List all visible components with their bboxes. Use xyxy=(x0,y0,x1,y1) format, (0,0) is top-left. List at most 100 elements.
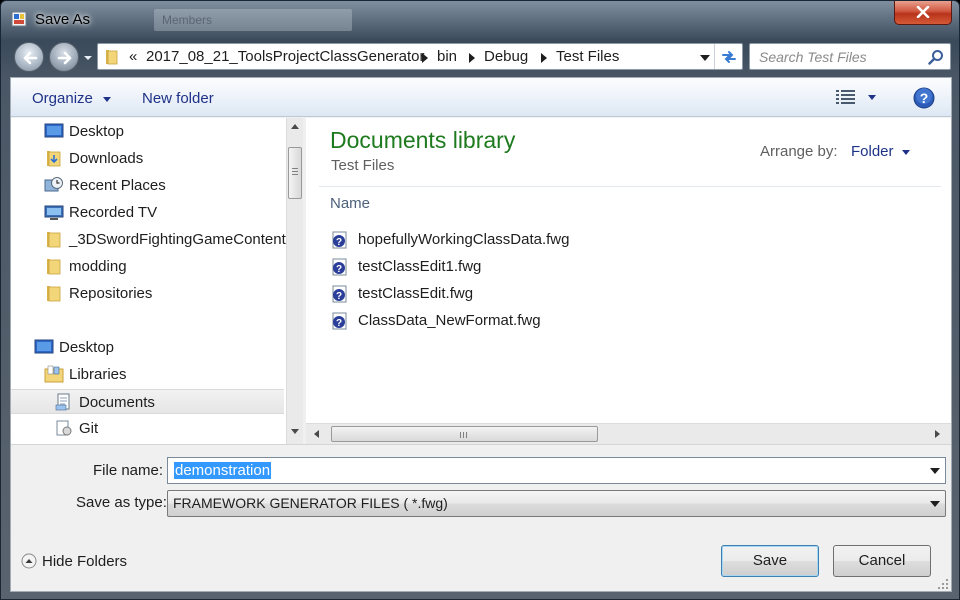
nav-item-label: Recorded TV xyxy=(69,204,158,221)
scroll-left-arrow-icon[interactable] xyxy=(314,430,319,438)
scroll-up-arrow-icon[interactable] xyxy=(291,124,299,129)
close-button[interactable] xyxy=(894,1,952,25)
save-as-type-select[interactable]: FRAMEWORK GENERATOR FILES ( *.fwg) xyxy=(167,490,946,517)
nav-item-label: Desktop xyxy=(59,339,115,356)
arrange-by-dropdown[interactable]: Folder xyxy=(851,143,910,160)
resize-grip-icon[interactable] xyxy=(937,578,949,590)
file-name-label: File name: xyxy=(93,462,164,479)
recent-locations-chevron-down-icon[interactable] xyxy=(83,53,93,63)
column-header-name[interactable]: Name xyxy=(330,195,370,212)
file-item[interactable]: ? ClassData_NewFormat.fwg xyxy=(328,309,628,333)
chevron-down-icon[interactable] xyxy=(700,54,710,62)
folder-icon xyxy=(47,286,61,302)
file-name-input[interactable]: demonstration xyxy=(167,457,946,484)
cancel-button[interactable]: Cancel xyxy=(833,545,931,577)
breadcrumb-bin[interactable]: bin xyxy=(437,48,457,65)
recent-places-icon xyxy=(44,177,63,192)
save-form: File name: demonstration Save as type: F… xyxy=(11,444,951,591)
navigation-pane-scrollbar[interactable] xyxy=(286,118,303,444)
nav-item-recorded-tv[interactable]: Recorded TV xyxy=(11,200,284,225)
file-name: testClassEdit1.fwg xyxy=(358,258,482,275)
library-subtitle: Test Files xyxy=(331,157,395,174)
file-name: ClassData_NewFormat.fwg xyxy=(358,312,541,329)
nav-item-label: Desktop xyxy=(69,123,125,140)
nav-item-libraries[interactable]: Libraries xyxy=(11,362,284,387)
nav-item-recent-places[interactable]: Recent Places xyxy=(11,173,284,198)
arrange-by-label: Arrange by: xyxy=(760,143,838,160)
nav-item-desktop-favorite[interactable]: Desktop xyxy=(11,119,284,144)
refresh-icon xyxy=(722,51,736,63)
svg-text:?: ? xyxy=(336,291,342,302)
forward-button[interactable] xyxy=(49,42,79,72)
chevron-down-icon xyxy=(103,96,112,102)
chevron-down-icon[interactable] xyxy=(930,468,940,474)
arrange-by-value: Folder xyxy=(851,143,894,160)
refresh-button[interactable] xyxy=(714,44,743,69)
nav-item-label: Downloads xyxy=(69,150,144,167)
save-button[interactable]: Save xyxy=(721,545,819,577)
file-item[interactable]: ? testClassEdit.fwg xyxy=(328,282,628,306)
save-as-type-label: Save as type: xyxy=(76,494,167,511)
file-list-horizontal-scrollbar[interactable] xyxy=(306,423,951,444)
back-button[interactable] xyxy=(14,42,44,72)
nav-item-label: Git xyxy=(79,420,99,437)
command-bar: Organize New folder ? xyxy=(11,78,951,117)
address-bar[interactable]: « 2017_08_21_ToolsProjectClassGenerator … xyxy=(97,43,743,70)
library-title: Documents library xyxy=(330,127,516,153)
title-bar[interactable]: Save As Members xyxy=(1,1,959,37)
arrow-right-icon xyxy=(57,51,72,65)
scrollbar-thumb[interactable] xyxy=(288,147,302,199)
nav-item-3dsword-folder[interactable]: _3DSwordFightingGameContent xyxy=(11,227,286,252)
nav-item-desktop-root[interactable]: Desktop xyxy=(11,335,284,360)
new-folder-button[interactable]: New folder xyxy=(142,90,214,107)
breadcrumb-arrow-icon[interactable] xyxy=(421,53,429,63)
git-icon xyxy=(56,420,72,436)
breadcrumb-arrow-icon[interactable] xyxy=(468,53,476,63)
unknown-file-icon: ? xyxy=(332,312,347,330)
search-icon[interactable] xyxy=(928,49,944,65)
scroll-right-arrow-icon[interactable] xyxy=(935,430,940,438)
breadcrumb-overflow[interactable]: « xyxy=(129,48,137,65)
file-name-value: demonstration xyxy=(174,462,272,479)
hide-folders-toggle[interactable]: Hide Folders xyxy=(21,552,141,572)
change-view-icon[interactable] xyxy=(835,89,857,105)
nav-item-git[interactable]: Git xyxy=(11,416,284,441)
file-list-pane[interactable]: Documents library Test Files Arrange by:… xyxy=(306,118,951,444)
file-item[interactable]: ? testClassEdit1.fwg xyxy=(328,255,628,279)
header-divider xyxy=(319,186,941,187)
breadcrumb-debug[interactable]: Debug xyxy=(484,48,528,65)
file-item[interactable]: ? hopefullyWorkingClassData.fwg xyxy=(328,228,628,252)
folder-icon xyxy=(106,50,118,65)
help-icon[interactable]: ? xyxy=(913,87,935,109)
scrollbar-thumb[interactable] xyxy=(331,426,598,442)
breadcrumb-arrow-icon[interactable] xyxy=(540,53,548,63)
view-options-chevron-down-icon[interactable] xyxy=(868,95,876,100)
breadcrumb-test-files[interactable]: Test Files xyxy=(556,48,619,65)
nav-item-modding[interactable]: modding xyxy=(11,254,284,279)
folder-icon xyxy=(47,232,61,248)
unknown-file-icon: ? xyxy=(332,285,347,303)
dialog-body: Organize New folder ? Desktop Downloads … xyxy=(10,77,952,592)
file-name: hopefullyWorkingClassData.fwg xyxy=(358,231,570,248)
search-input[interactable]: Search Test Files xyxy=(749,43,951,70)
nav-item-label: Libraries xyxy=(69,366,127,383)
unknown-file-icon: ? xyxy=(332,231,347,249)
downloads-folder-icon xyxy=(47,151,61,167)
svg-text:?: ? xyxy=(336,318,342,329)
arrow-left-icon xyxy=(23,51,38,65)
app-icon xyxy=(11,11,27,27)
nav-item-downloads[interactable]: Downloads xyxy=(11,146,284,171)
scroll-down-arrow-icon[interactable] xyxy=(291,429,299,434)
recorded-tv-icon xyxy=(44,205,64,220)
organize-menu[interactable]: Organize xyxy=(32,90,112,107)
documents-icon xyxy=(55,393,70,411)
chevron-down-icon xyxy=(930,501,940,507)
navigation-pane[interactable]: Desktop Downloads Recent Places Recorded… xyxy=(11,118,286,444)
folder-icon xyxy=(47,259,61,275)
svg-text:?: ? xyxy=(920,90,929,106)
nav-item-documents[interactable]: Documents xyxy=(11,389,284,414)
nav-item-label: modding xyxy=(69,258,127,275)
save-as-type-value: FRAMEWORK GENERATOR FILES ( *.fwg) xyxy=(173,495,448,511)
nav-item-repositories[interactable]: Repositories xyxy=(11,281,284,306)
breadcrumb-project[interactable]: 2017_08_21_ToolsProjectClassGenerator xyxy=(146,48,425,65)
